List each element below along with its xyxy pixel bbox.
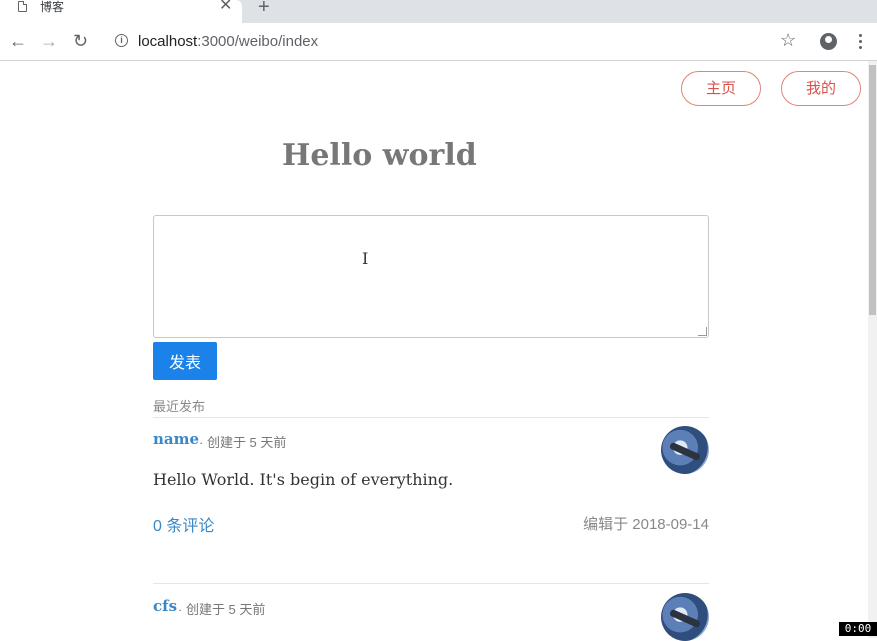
post-created: · 创建于 5 天前: [178, 602, 266, 617]
section-label: 最近发布: [153, 399, 206, 414]
browser-toolbar: ← → ↻ i localhost:3000/weibo/index ☆: [0, 23, 877, 61]
url-path: :3000/weibo/index: [197, 33, 319, 50]
document-icon: [18, 1, 27, 12]
avatar[interactable]: [661, 593, 709, 641]
post-body: Hello World. It's begin of everything.: [153, 470, 454, 489]
url-host: localhost: [138, 33, 198, 50]
reload-icon[interactable]: ↻: [73, 31, 88, 51]
post-author-link[interactable]: cfs: [153, 597, 177, 615]
scrollbar-thumb[interactable]: [869, 65, 876, 315]
browser-tab[interactable]: 博客 ✕: [0, 0, 242, 23]
post-author-link[interactable]: name: [153, 430, 199, 448]
forward-icon[interactable]: →: [40, 31, 58, 51]
avatar[interactable]: [661, 426, 709, 474]
recording-timer: 0:00: [839, 622, 877, 636]
info-icon[interactable]: i: [115, 34, 128, 47]
divider: [153, 583, 709, 584]
text-cursor-icon: I: [362, 249, 369, 268]
plus-icon[interactable]: +: [258, 0, 270, 17]
post-edited: 编辑于 2018-09-14: [583, 516, 709, 533]
publish-button[interactable]: 发表: [153, 342, 217, 380]
comments-link[interactable]: 0 条评论: [153, 512, 214, 536]
scrollbar[interactable]: [868, 61, 877, 638]
menu-icon[interactable]: [859, 34, 862, 52]
tab-strip: 博客 ✕ +: [0, 0, 877, 23]
post-created: · 创建于 5 天前: [199, 435, 287, 450]
tab-title: 博客: [40, 0, 65, 14]
star-icon[interactable]: ☆: [780, 30, 796, 51]
resize-handle[interactable]: [698, 327, 707, 336]
address-bar[interactable]: localhost:3000/weibo/index: [138, 33, 318, 51]
divider: [153, 417, 709, 418]
account-icon[interactable]: [820, 33, 837, 50]
home-button[interactable]: 主页: [681, 71, 761, 106]
compose-textarea[interactable]: I: [153, 215, 709, 338]
mine-button[interactable]: 我的: [781, 71, 861, 106]
page-title: Hello world: [282, 138, 477, 173]
back-icon[interactable]: ←: [9, 31, 27, 51]
close-icon[interactable]: ✕: [219, 0, 232, 14]
